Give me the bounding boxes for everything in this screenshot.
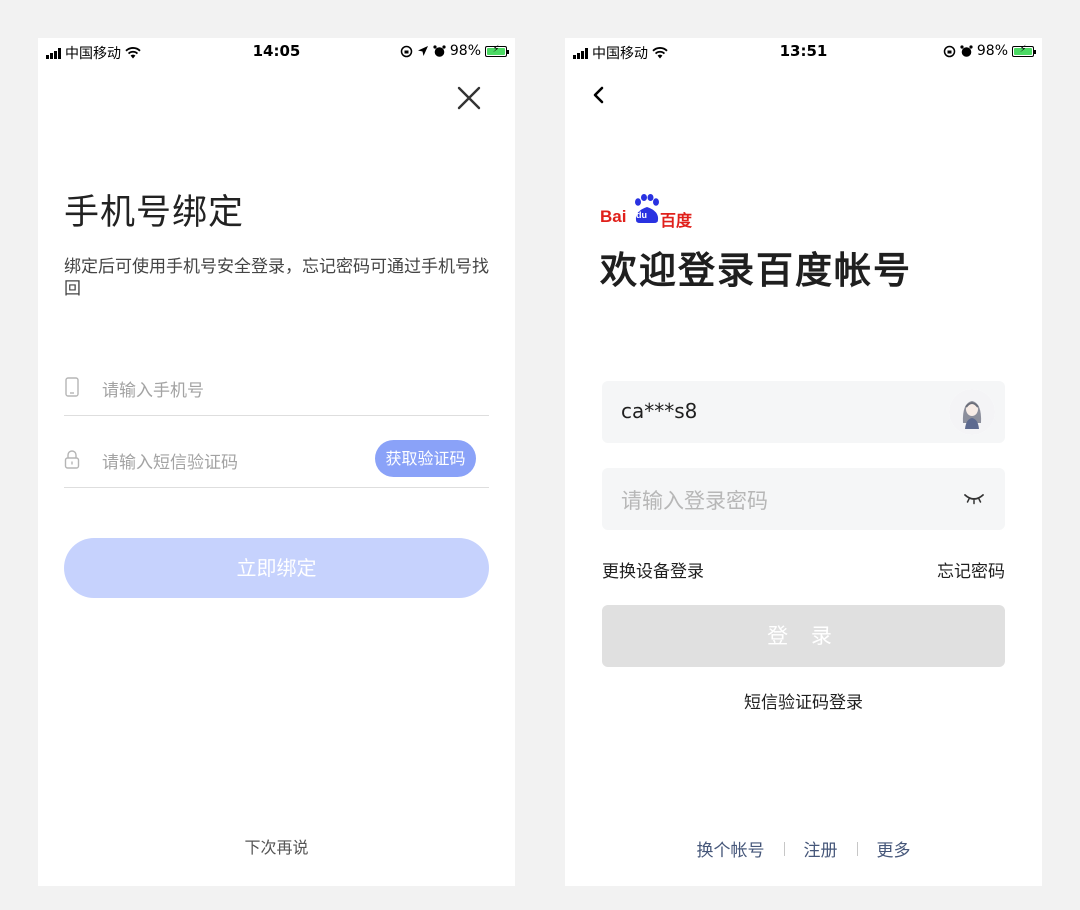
- status-bar: 中国移动 14:05 98% ⚡: [38, 38, 515, 64]
- logo-text-chinese: 百度: [660, 211, 693, 230]
- lock-icon: [64, 450, 80, 469]
- location-icon: [417, 46, 428, 56]
- close-icon[interactable]: [453, 82, 485, 114]
- avatar-illustration-icon: [949, 389, 995, 435]
- account-value: ca***s8: [621, 399, 698, 423]
- status-bar: 中国移动 13:51 98% ⚡: [565, 38, 1042, 64]
- bottom-links: 换个帐号 注册 更多: [565, 836, 1042, 861]
- sms-login-link[interactable]: 短信验证码登录: [565, 688, 1042, 713]
- sms-code-input[interactable]: 请输入短信验证码 获取验证码: [64, 432, 489, 488]
- alarm-icon: [433, 44, 446, 57]
- battery-icon: ⚡: [485, 44, 509, 57]
- logo-text-latin: Bai: [600, 207, 627, 226]
- rotation-lock-icon: [400, 45, 413, 57]
- alarm-icon: [960, 44, 973, 57]
- page-title: 手机号绑定: [64, 193, 245, 233]
- link-divider: [856, 841, 858, 856]
- phone-input-placeholder: 请输入手机号: [102, 381, 204, 401]
- battery-icon: ⚡: [1012, 44, 1036, 57]
- battery-label: 98%: [449, 43, 481, 59]
- more-link[interactable]: 更多: [877, 836, 911, 861]
- back-chevron-icon[interactable]: [589, 84, 609, 106]
- eye-closed-icon[interactable]: [963, 492, 985, 506]
- phone-login-screen: 中国移动 13:51 98% ⚡ Bai du 百度 欢迎登录百度帐号 ca**…: [565, 38, 1042, 886]
- bind-now-button[interactable]: 立即绑定: [64, 538, 489, 598]
- phone-bind-screen: 中国移动 14:05 98% ⚡ 手机号绑定 绑定后可使用手机号安全登录，忘记密…: [38, 38, 515, 886]
- switch-account-link[interactable]: 换个帐号: [697, 836, 765, 861]
- status-right: 98% ⚡: [943, 43, 1036, 59]
- skip-link[interactable]: 下次再说: [38, 834, 515, 858]
- forgot-password-link[interactable]: 忘记密码: [937, 557, 1005, 582]
- switch-device-link[interactable]: 更换设备登录: [602, 557, 704, 582]
- rotation-lock-icon: [943, 45, 956, 57]
- phone-icon: [65, 377, 79, 397]
- page-title: 欢迎登录百度帐号: [600, 249, 912, 292]
- baidu-logo: Bai du 百度: [600, 194, 700, 230]
- battery-label: 98%: [976, 43, 1008, 59]
- login-button[interactable]: 登 录: [602, 605, 1005, 667]
- link-divider: [783, 841, 785, 856]
- sms-input-placeholder: 请输入短信验证码: [102, 453, 238, 473]
- password-input[interactable]: 请输入登录密码: [602, 468, 1005, 530]
- phone-input[interactable]: 请输入手机号: [64, 360, 489, 416]
- register-link[interactable]: 注册: [804, 836, 838, 861]
- logo-text-du: du: [636, 210, 647, 220]
- page-subtitle: 绑定后可使用手机号安全登录，忘记密码可通过手机号找回: [64, 257, 489, 299]
- avatar[interactable]: [949, 389, 995, 435]
- account-input[interactable]: ca***s8: [602, 381, 1005, 443]
- password-placeholder: 请输入登录密码: [621, 489, 768, 513]
- status-right: 98% ⚡: [400, 43, 509, 59]
- get-code-button[interactable]: 获取验证码: [375, 440, 476, 477]
